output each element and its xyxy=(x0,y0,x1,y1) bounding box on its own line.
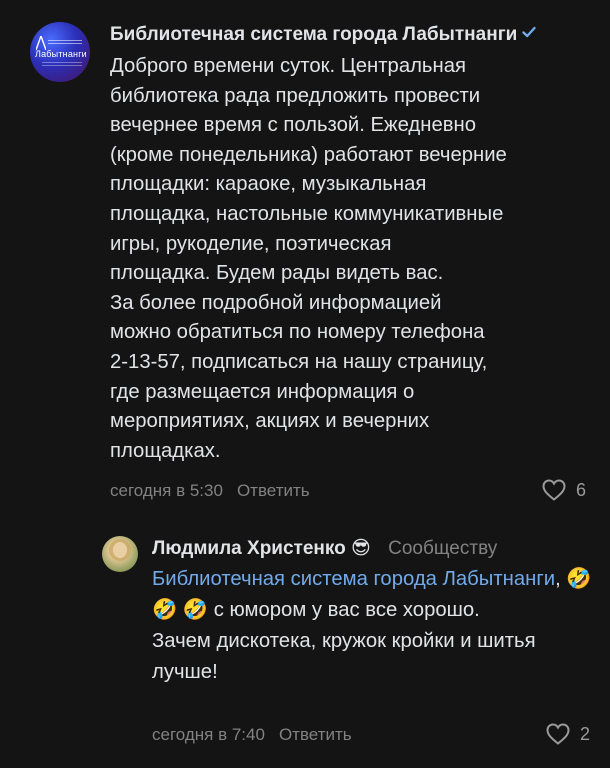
like-button[interactable]: 6 xyxy=(541,478,586,502)
like-button[interactable]: 2 xyxy=(545,722,590,746)
verified-check-icon xyxy=(521,24,537,46)
heart-icon xyxy=(542,479,566,501)
reply-to-label[interactable]: Сообществу xyxy=(388,538,497,559)
comment-author[interactable]: Библиотечная система города Лабытнанги xyxy=(110,24,537,46)
reply-button[interactable]: Ответить xyxy=(279,725,352,744)
logo-decoration xyxy=(42,62,82,66)
comment-text: Доброго времени суток. Центральная библи… xyxy=(110,55,507,462)
author-name[interactable]: Библиотечная система города Лабытнанги xyxy=(110,24,517,45)
comment-text: Библиотечная система города Лабытнанги, … xyxy=(152,564,592,688)
heart-icon xyxy=(546,723,570,745)
author-name[interactable]: Людмила Христенко xyxy=(152,538,346,559)
like-count: 6 xyxy=(576,479,587,500)
logo-decoration xyxy=(48,40,82,46)
avatar-logo-text: Лабытнанги xyxy=(35,49,87,59)
comment-time[interactable]: сегодня в 5:30 xyxy=(110,481,223,500)
comment-meta: сегодня в 7:40 Ответить xyxy=(152,725,352,745)
comment-meta: сегодня в 5:30 Ответить xyxy=(110,481,310,501)
sunglasses-emoji-icon: 😎 xyxy=(351,538,371,559)
avatar[interactable] xyxy=(102,536,138,572)
avatar[interactable]: Лабытнанги xyxy=(30,22,90,82)
library-logo-icon xyxy=(36,36,46,50)
comment-time[interactable]: сегодня в 7:40 xyxy=(152,725,265,744)
mention-link[interactable]: Библиотечная система города Лабытнанги xyxy=(152,568,555,590)
comment-text-part: Зачем дискотека, кружок кройки и шитья л… xyxy=(152,630,536,683)
mention-suffix: , xyxy=(555,568,561,590)
comment-author: Людмила Христенко 😎 Сообществу xyxy=(152,537,497,560)
reply-button[interactable]: Ответить xyxy=(237,481,310,500)
comment-text-part: с юмором у вас все хорошо. xyxy=(208,599,480,621)
avatar-face xyxy=(113,542,127,558)
like-count: 2 xyxy=(580,723,591,744)
